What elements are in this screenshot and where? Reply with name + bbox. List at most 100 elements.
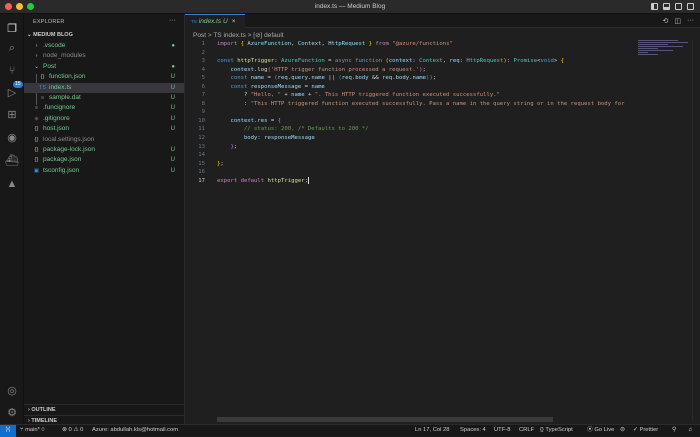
code-token: context <box>388 58 413 65</box>
folder-closed-icon: › <box>35 53 38 60</box>
error-count: 0 <box>68 427 72 433</box>
editor-area: TS index.ts U × ⟲ ◫ ··· Post > TS index.ts… <box>185 14 700 424</box>
breadcrumb-index-ts[interactable]: TS index.ts <box>213 32 246 39</box>
breadcrumb-default[interactable]: [⊘] default <box>253 32 283 39</box>
copilot-icon[interactable]: ⊜ <box>620 425 625 436</box>
extensions-icon[interactable]: ⊞ <box>5 108 19 122</box>
indentation[interactable]: Spaces: 4 <box>460 425 486 436</box>
split-editor-icon[interactable]: ◫ <box>674 17 681 25</box>
problems-indicator[interactable]: ⊗ 0 ⚠ 0 <box>62 425 83 436</box>
tree-item[interactable]: {} local.settings.json <box>24 135 184 145</box>
live-share-icon[interactable]: ◉ <box>5 131 19 145</box>
go-live-button[interactable]: ⦿ Go Live <box>587 425 614 436</box>
notifications-bell-icon[interactable]: ♫ <box>688 425 692 436</box>
tree-item[interactable]: › node_modules <box>24 51 184 61</box>
search-icon[interactable]: ⌕ <box>5 41 19 55</box>
code-token: from <box>371 41 393 47</box>
tree-item[interactable]: ≡ .funcignore U <box>24 103 184 113</box>
tree-item[interactable]: ≡ sample.dat U <box>24 93 184 103</box>
code-line: 4 context.log('HTTP trigger function pro… <box>185 66 635 75</box>
tree-item[interactable]: {} package.json U <box>24 155 184 165</box>
encoding[interactable]: UTF-8 <box>494 425 510 436</box>
code-token: httpTrigger <box>237 58 275 65</box>
tree-item[interactable]: TS index.ts U <box>24 82 184 93</box>
more-actions-icon[interactable]: ··· <box>169 17 176 24</box>
close-tab-icon[interactable]: × <box>232 18 236 25</box>
run-debug-icon[interactable]: ▷ <box>5 86 19 100</box>
code-token: ? <box>217 92 251 99</box>
explorer-icon[interactable]: ❐ <box>5 22 19 36</box>
toggle-panel-icon[interactable] <box>663 3 670 10</box>
open-changes-icon[interactable]: ⟲ <box>663 17 669 25</box>
code-editor[interactable]: 1 import { AzureFunction, Context, HttpRe… <box>185 40 635 185</box>
tree-item[interactable]: {} function.json U <box>24 72 184 82</box>
code-line: 7 ? "Hello, " + name + ". This HTTP trig… <box>185 91 635 100</box>
tree-item[interactable]: ◆ .gitignore U <box>24 114 184 124</box>
breadcrumb-post[interactable]: Post <box>193 32 206 39</box>
code-token: req <box>341 75 352 82</box>
sync-icon[interactable]: ⟳ <box>42 427 45 433</box>
code-token: log <box>257 66 268 73</box>
git-status-badge: ● <box>171 43 175 49</box>
code-token: name <box>311 75 325 82</box>
warning-count: 0 <box>80 427 84 433</box>
git-status-badge: U <box>170 84 175 91</box>
tree-item[interactable]: ▣ tsconfig.json U <box>24 166 184 176</box>
vertical-scrollbar[interactable] <box>692 40 700 420</box>
toggle-sidebar-icon[interactable] <box>651 3 658 10</box>
source-control-icon[interactable]: ⑂ <box>5 64 19 78</box>
git-status-badge: U <box>170 105 175 112</box>
tree-item-label: .funcignore <box>43 104 76 112</box>
more-actions-icon[interactable]: ··· <box>687 17 694 25</box>
code-token: responseMessage <box>250 83 302 90</box>
minimap[interactable] <box>638 40 693 70</box>
tree-item-label: host.json <box>43 125 70 133</box>
account-icon[interactable]: ◎ <box>5 384 19 398</box>
remote-indicator[interactable]: ⟩⟨ <box>0 425 16 437</box>
file-icon: ≡ <box>40 95 45 101</box>
git-branch[interactable]: ⑂ main* ⟳ <box>20 425 45 436</box>
git-icon: ◆ <box>34 115 39 122</box>
code-token: AzureFunction <box>281 58 325 65</box>
cursor-position[interactable]: Ln 17, Col 28 <box>415 425 449 436</box>
status-bar: ⟩⟨ ⑂ main* ⟳ ⊗ 0 ⚠ 0 Azure: abdullah.kls… <box>0 424 700 437</box>
toggle-secondary-sidebar-icon[interactable] <box>675 3 682 10</box>
code-token: res <box>257 117 268 124</box>
settings-gear-icon[interactable]: ⚙ <box>5 406 19 420</box>
tree-item[interactable]: ⌄ Post ● <box>24 62 184 72</box>
tree-item[interactable]: › .vscode ● <box>24 41 184 51</box>
tree-item-label: Post <box>43 62 57 70</box>
outline-section[interactable]: › OUTLINE <box>24 404 184 415</box>
code-token: "Hello, " <box>250 92 281 99</box>
docker-icon[interactable]: ⛴ <box>5 154 19 168</box>
code-token: : <box>217 100 251 107</box>
code-text: }; <box>217 160 224 169</box>
azure-icon[interactable]: ▲ <box>5 177 19 191</box>
horizontal-scrollbar[interactable] <box>217 417 553 422</box>
code-text: import { AzureFunction, Context, HttpReq… <box>217 40 453 49</box>
project-folder-header[interactable]: ⌄ MEDIUM BLOG <box>27 32 73 38</box>
code-token: { <box>277 117 282 124</box>
line-number: 14 <box>198 152 205 159</box>
prettier-button[interactable]: ✓ Prettier <box>633 425 658 436</box>
end-of-line[interactable]: CRLF <box>519 425 534 436</box>
json-icon: {} <box>34 126 39 133</box>
customize-layout-icon[interactable] <box>687 3 694 10</box>
feedback-icon[interactable]: ⚲ <box>672 425 676 436</box>
code-token: ; <box>422 66 426 73</box>
language-mode[interactable]: {} TypeScript <box>540 425 573 436</box>
tab-index-ts[interactable]: TS index.ts U × <box>185 14 245 28</box>
tree-item[interactable]: {} package-lock.json U <box>24 145 184 155</box>
code-token: ; <box>220 160 224 167</box>
code-token: context <box>217 66 255 73</box>
code-text: const responseMessage = name <box>217 83 324 92</box>
text-cursor <box>307 176 309 184</box>
code-token: // status: 200, /* Defaults to 200 */ <box>217 126 369 133</box>
tree-item-label: sample.dat <box>49 94 81 101</box>
code-token: HttpRequest <box>466 58 504 65</box>
tree-item[interactable]: {} host.json U <box>24 124 184 134</box>
azure-account[interactable]: Azure: abdullah.kls@hotmail.com <box>92 425 178 436</box>
git-status-badge: U <box>170 115 175 122</box>
code-token: req <box>449 58 460 65</box>
line-number: 17 <box>198 177 205 184</box>
